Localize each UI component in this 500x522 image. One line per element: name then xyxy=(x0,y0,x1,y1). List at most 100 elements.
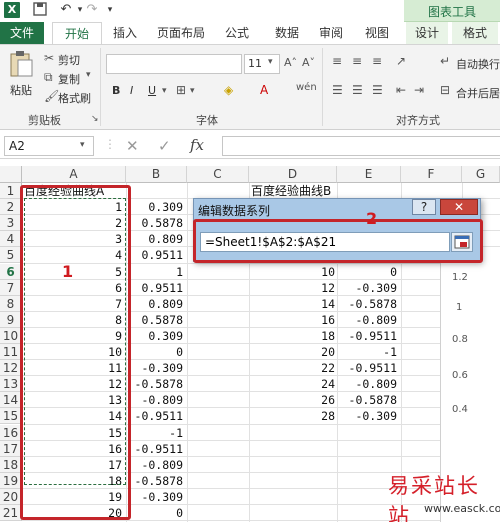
column-header-g[interactable]: G xyxy=(462,166,500,183)
tab-home[interactable]: 开始 xyxy=(52,22,102,44)
column-header-d[interactable]: D xyxy=(249,166,337,183)
shrink-font-icon[interactable]: A˅ xyxy=(302,56,315,69)
cell-b[interactable]: 0.809 xyxy=(126,297,183,311)
row-header[interactable]: 21 xyxy=(0,505,22,522)
align-left-icon[interactable]: ☰ xyxy=(332,83,343,97)
tab-insert[interactable]: 插入 xyxy=(108,22,142,44)
row-header[interactable]: 16 xyxy=(0,424,22,441)
grow-font-icon[interactable]: A˄ xyxy=(284,56,297,69)
tab-design[interactable]: 设计 xyxy=(406,22,448,44)
cell-b[interactable]: -1 xyxy=(126,426,183,440)
cell-d[interactable]: 26 xyxy=(251,393,335,407)
cell-e[interactable]: 0 xyxy=(337,265,397,279)
row-header[interactable]: 5 xyxy=(0,247,22,264)
select-all-corner[interactable] xyxy=(0,166,22,183)
phonetic-icon[interactable]: wén xyxy=(296,82,317,93)
cut-button[interactable]: 剪切 xyxy=(58,52,80,68)
row-header[interactable]: 6 xyxy=(0,263,22,280)
font-size-box[interactable]: 11 xyxy=(244,54,280,74)
paste-icon[interactable] xyxy=(6,50,36,78)
save-icon[interactable] xyxy=(32,2,48,18)
cell-d[interactable]: 18 xyxy=(251,329,335,343)
row-header[interactable]: 20 xyxy=(0,488,22,505)
cell-d[interactable]: 28 xyxy=(251,409,335,423)
tab-review[interactable]: 审阅 xyxy=(314,22,348,44)
cell-e[interactable]: -0.809 xyxy=(337,377,397,391)
row-header[interactable]: 13 xyxy=(0,376,22,393)
align-center-icon[interactable]: ☰ xyxy=(352,83,363,97)
cell-b[interactable]: -0.9511 xyxy=(126,409,183,423)
cell-d[interactable]: 22 xyxy=(251,361,335,375)
cell-b[interactable]: -0.309 xyxy=(126,490,183,504)
cell-e[interactable]: -0.309 xyxy=(337,409,397,423)
border-icon[interactable]: ⊞ xyxy=(176,83,186,97)
row-header[interactable]: 3 xyxy=(0,215,22,232)
dialog-help-button[interactable]: ? xyxy=(412,199,436,215)
align-right-icon[interactable]: ☰ xyxy=(372,83,383,97)
insert-function-icon[interactable]: fx xyxy=(190,136,204,154)
enter-formula-icon[interactable]: ✓ xyxy=(158,137,171,155)
italic-button[interactable]: I xyxy=(130,84,133,97)
row-header[interactable]: 8 xyxy=(0,295,22,312)
row-header[interactable]: 2 xyxy=(0,199,22,216)
row-header[interactable]: 19 xyxy=(0,472,22,489)
align-bottom-icon[interactable]: ≡ xyxy=(372,54,382,68)
merge-center-button[interactable]: 合并后居 xyxy=(456,85,500,101)
orientation-icon[interactable]: ↗ xyxy=(396,54,406,68)
redo-icon[interactable]: ↷ xyxy=(84,2,100,18)
row-header[interactable]: 4 xyxy=(0,231,22,248)
font-color-icon[interactable]: A xyxy=(260,83,268,97)
underline-button[interactable]: U xyxy=(148,84,156,97)
format-painter-button[interactable]: 格式刷 xyxy=(58,90,91,106)
cell-b[interactable]: 0.309 xyxy=(126,329,183,343)
tab-format[interactable]: 格式 xyxy=(452,22,498,44)
cell-e[interactable]: -0.309 xyxy=(337,281,397,295)
cell-b[interactable]: -0.309 xyxy=(126,361,183,375)
cell-d[interactable]: 20 xyxy=(251,345,335,359)
increase-indent-icon[interactable]: ⇥ xyxy=(414,83,424,97)
cell-d[interactable]: 16 xyxy=(251,313,335,327)
cell-b[interactable]: 0.9511 xyxy=(126,281,183,295)
cell-b[interactable]: -0.809 xyxy=(126,393,183,407)
wrap-text-icon[interactable]: ↵ xyxy=(440,54,450,68)
cell-b[interactable]: 1 xyxy=(126,265,183,279)
cell-b[interactable]: 0.9511 xyxy=(126,248,183,262)
column-header-e[interactable]: E xyxy=(337,166,401,183)
row-header[interactable]: 7 xyxy=(0,279,22,296)
tab-data[interactable]: 数据 xyxy=(270,22,304,44)
dialog-close-button[interactable]: ✕ xyxy=(440,199,478,215)
cell-b[interactable]: 0.809 xyxy=(126,232,183,246)
cell-b[interactable]: -0.809 xyxy=(126,458,183,472)
bold-button[interactable]: B xyxy=(112,84,120,97)
clipboard-launcher-icon[interactable]: ↘ xyxy=(91,114,99,124)
customize-qat-icon[interactable]: ▾ xyxy=(102,2,118,18)
cell-b[interactable]: 0.5878 xyxy=(126,216,183,230)
column-header-c[interactable]: C xyxy=(187,166,249,183)
fill-color-icon[interactable]: ◈ xyxy=(224,83,233,97)
cell-e[interactable]: -1 xyxy=(337,345,397,359)
row-header[interactable]: 12 xyxy=(0,360,22,377)
font-name-box[interactable] xyxy=(106,54,242,74)
tab-page-layout[interactable]: 页面布局 xyxy=(152,22,210,44)
row-header[interactable]: 9 xyxy=(0,311,22,328)
row-header[interactable]: 1 xyxy=(0,183,22,200)
border-dropdown-icon[interactable]: ▾ xyxy=(190,86,195,96)
row-header[interactable]: 15 xyxy=(0,408,22,425)
column-header-f[interactable]: F xyxy=(401,166,462,183)
decrease-indent-icon[interactable]: ⇤ xyxy=(396,83,406,97)
merge-icon[interactable]: ⊟ xyxy=(440,83,450,97)
cell-e[interactable]: -0.5878 xyxy=(337,393,397,407)
font-size-dropdown-icon[interactable]: ▾ xyxy=(268,57,273,67)
cell-e[interactable]: -0.9511 xyxy=(337,329,397,343)
column-header-b[interactable]: B xyxy=(126,166,187,183)
paste-button[interactable]: 粘贴 xyxy=(10,82,32,98)
cancel-formula-icon[interactable]: ✕ xyxy=(126,137,139,155)
cell-b[interactable]: 0 xyxy=(126,345,183,359)
underline-dropdown-icon[interactable]: ▾ xyxy=(162,86,167,96)
wrap-text-button[interactable]: 自动换行 xyxy=(456,56,500,72)
copy-dropdown-icon[interactable]: ▾ xyxy=(86,70,91,80)
row-header[interactable]: 10 xyxy=(0,327,22,344)
row-header[interactable]: 14 xyxy=(0,392,22,409)
copy-button[interactable]: 复制 xyxy=(58,71,80,87)
cell-b[interactable]: -0.5878 xyxy=(126,377,183,391)
